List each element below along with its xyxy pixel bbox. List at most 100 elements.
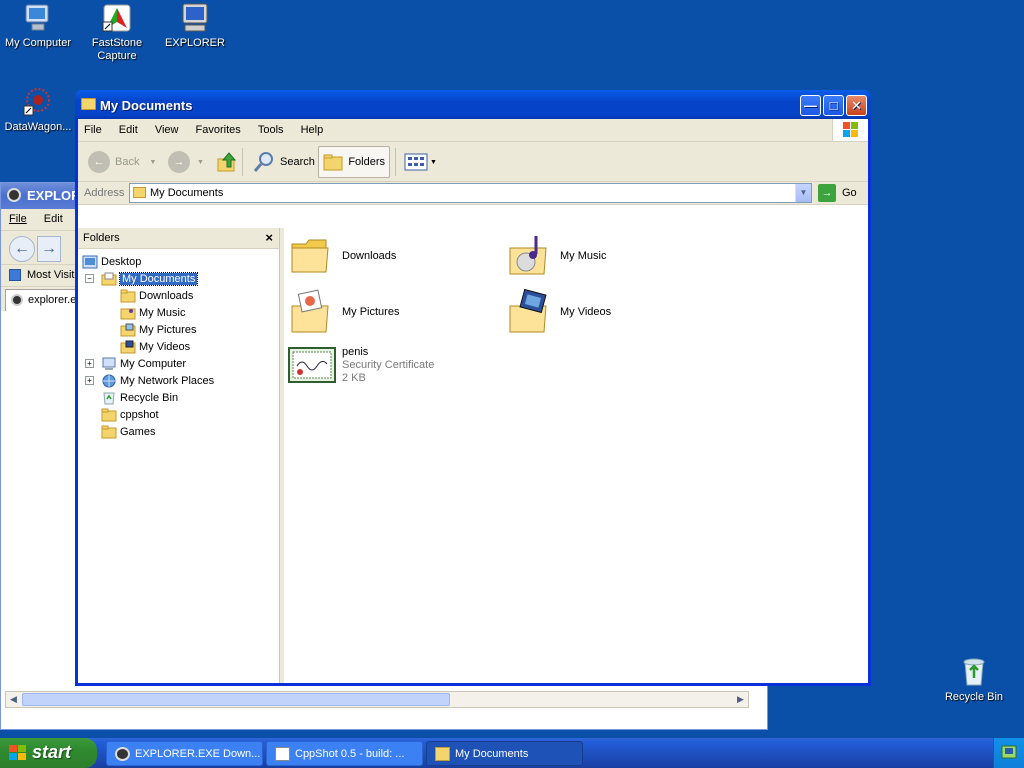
desktop-icon-recycle-bin[interactable]: Recycle Bin <box>936 656 1012 704</box>
file-item-my-pictures[interactable]: My Pictures <box>288 288 399 336</box>
folder-icon <box>288 232 336 280</box>
folder-icon <box>101 408 117 422</box>
file-name: My Music <box>560 249 607 262</box>
file-item-certificate[interactable]: penis Security Certificate 2 KB <box>288 346 434 386</box>
start-label: start <box>32 742 72 762</box>
back-label: Back <box>115 156 140 168</box>
windows-flag-icon <box>9 745 26 760</box>
close-icon[interactable]: × <box>265 230 273 245</box>
close-button[interactable]: ✕ <box>846 95 867 116</box>
go-button[interactable]: → Go <box>818 184 857 202</box>
tree-label: Games <box>120 425 156 438</box>
file-item-downloads[interactable]: Downloads <box>288 232 396 280</box>
chevron-down-icon[interactable]: ▼ <box>795 184 811 202</box>
menu-help[interactable]: Help <box>301 124 324 136</box>
address-bar: Address My Documents ▼ → Go <box>78 182 868 205</box>
tree-label: cppshot <box>120 408 159 421</box>
folders-label: Folders <box>348 156 385 168</box>
menu-tools[interactable]: Tools <box>258 124 284 136</box>
bookmark-icon <box>9 269 21 281</box>
tree-item-my-network-places[interactable]: + My Network Places <box>85 372 215 389</box>
back-arrow-icon[interactable]: ← <box>9 236 35 262</box>
datawagon-icon <box>22 86 54 118</box>
tree-item-my-computer[interactable]: + My Computer <box>85 355 186 372</box>
menu-file[interactable]: File <box>84 124 102 136</box>
pictures-folder-icon <box>288 288 336 336</box>
tree-item-downloads[interactable]: Downloads <box>120 287 193 304</box>
folders-pane-header: Folders × <box>78 228 279 249</box>
system-tray <box>993 738 1024 768</box>
file-item-my-videos[interactable]: My Videos <box>506 288 611 336</box>
bookmark-most-visited[interactable]: Most Visite <box>27 269 81 281</box>
videos-folder-icon <box>506 288 554 336</box>
window-title: My Documents <box>100 98 193 113</box>
views-icon <box>404 153 428 171</box>
tree-item-my-documents[interactable]: − My Documents <box>85 270 199 287</box>
folder-title-icon <box>81 98 96 110</box>
expand-icon[interactable]: + <box>85 376 94 385</box>
tree-item-cppshot[interactable]: cppshot <box>101 406 159 423</box>
forward-arrow-icon: → <box>168 151 190 173</box>
start-button[interactable]: start <box>0 738 97 768</box>
collapse-icon[interactable]: − <box>85 274 94 283</box>
faststone-capture-icon <box>101 2 133 34</box>
expand-icon[interactable]: + <box>85 359 94 368</box>
desktop-icon-datawagon[interactable]: DataWagon... <box>0 86 76 134</box>
window-body: File Edit View Favorites Tools Help ← Ba… <box>78 119 868 683</box>
chevron-down-icon: ▼ <box>197 158 204 166</box>
browser-menu-file[interactable]: File <box>9 213 27 225</box>
files-pane: Downloads My Music My Pictures My Videos… <box>284 228 868 683</box>
forward-button[interactable]: → ▼ <box>164 146 208 178</box>
folders-button[interactable]: Folders <box>318 146 390 178</box>
recycle-bin-icon <box>958 656 990 688</box>
browser-tab[interactable]: explorer.e <box>5 289 77 311</box>
up-folder-button[interactable] <box>212 146 242 178</box>
tree-item-games[interactable]: Games <box>101 423 155 440</box>
horizontal-scrollbar[interactable]: ◀ ▶ <box>5 691 749 708</box>
tree-item-desktop[interactable]: Desktop <box>82 253 141 270</box>
tree-label: Desktop <box>101 255 142 268</box>
tree-label: Downloads <box>139 289 194 302</box>
recycle-bin-icon <box>101 391 117 405</box>
desktop-icon <box>82 255 98 269</box>
browser-menu-edit[interactable]: Edit <box>44 213 63 225</box>
my-documents-window[interactable]: My Documents — □ ✕ File Edit View Favori… <box>75 90 871 686</box>
menu-favorites[interactable]: Favorites <box>196 124 241 136</box>
music-folder-icon <box>120 306 136 320</box>
taskbar-item-my-documents[interactable]: My Documents <box>426 741 583 766</box>
folders-icon <box>323 154 343 171</box>
desktop-icon-explorer[interactable]: EXPLORER <box>157 2 233 50</box>
music-folder-icon <box>506 232 554 280</box>
desktop-icon-faststone[interactable]: FastStone Capture <box>79 2 155 63</box>
windows-logo-icon <box>832 119 868 141</box>
scroll-left-icon[interactable]: ◀ <box>6 692 21 707</box>
tree-item-my-videos[interactable]: My Videos <box>120 338 190 355</box>
file-item-my-music[interactable]: My Music <box>506 232 606 280</box>
taskbar-item-cppshot[interactable]: CppShot 0.5 - build: ... <box>266 741 423 766</box>
desktop-icon-my-computer[interactable]: My Computer <box>0 2 76 50</box>
taskbar-item-label: My Documents <box>455 748 529 760</box>
computer-icon <box>179 2 211 34</box>
taskbar-item-label: CppShot 0.5 - build: ... <box>295 748 405 760</box>
address-input[interactable]: My Documents ▼ <box>129 183 812 203</box>
tree-label: My Videos <box>139 340 191 353</box>
tree-item-recycle-bin[interactable]: Recycle Bin <box>101 389 178 406</box>
tree-item-my-music[interactable]: My Music <box>120 304 185 321</box>
tree-item-my-pictures[interactable]: My Pictures <box>120 321 196 338</box>
search-button[interactable]: Search <box>248 146 319 178</box>
views-button[interactable]: ▼ <box>400 146 441 178</box>
back-button[interactable]: ← Back ▼ <box>84 146 160 178</box>
window-titlebar[interactable]: My Documents — □ ✕ <box>75 90 871 119</box>
scroll-right-icon[interactable]: ▶ <box>733 692 748 707</box>
menu-edit[interactable]: Edit <box>119 124 138 136</box>
taskbar-item-explorer-exe[interactable]: EXPLORER.EXE Down... <box>106 741 263 766</box>
menu-view[interactable]: View <box>155 124 179 136</box>
minimize-button[interactable]: — <box>800 95 821 116</box>
computer-icon <box>22 2 54 34</box>
videos-folder-icon <box>120 340 136 354</box>
maximize-button[interactable]: □ <box>823 95 844 116</box>
scrollbar-thumb[interactable] <box>22 693 450 706</box>
forward-arrow-icon[interactable]: → <box>37 236 61 262</box>
network-tray-icon[interactable] <box>994 738 1024 768</box>
tree-label: My Network Places <box>120 374 215 387</box>
